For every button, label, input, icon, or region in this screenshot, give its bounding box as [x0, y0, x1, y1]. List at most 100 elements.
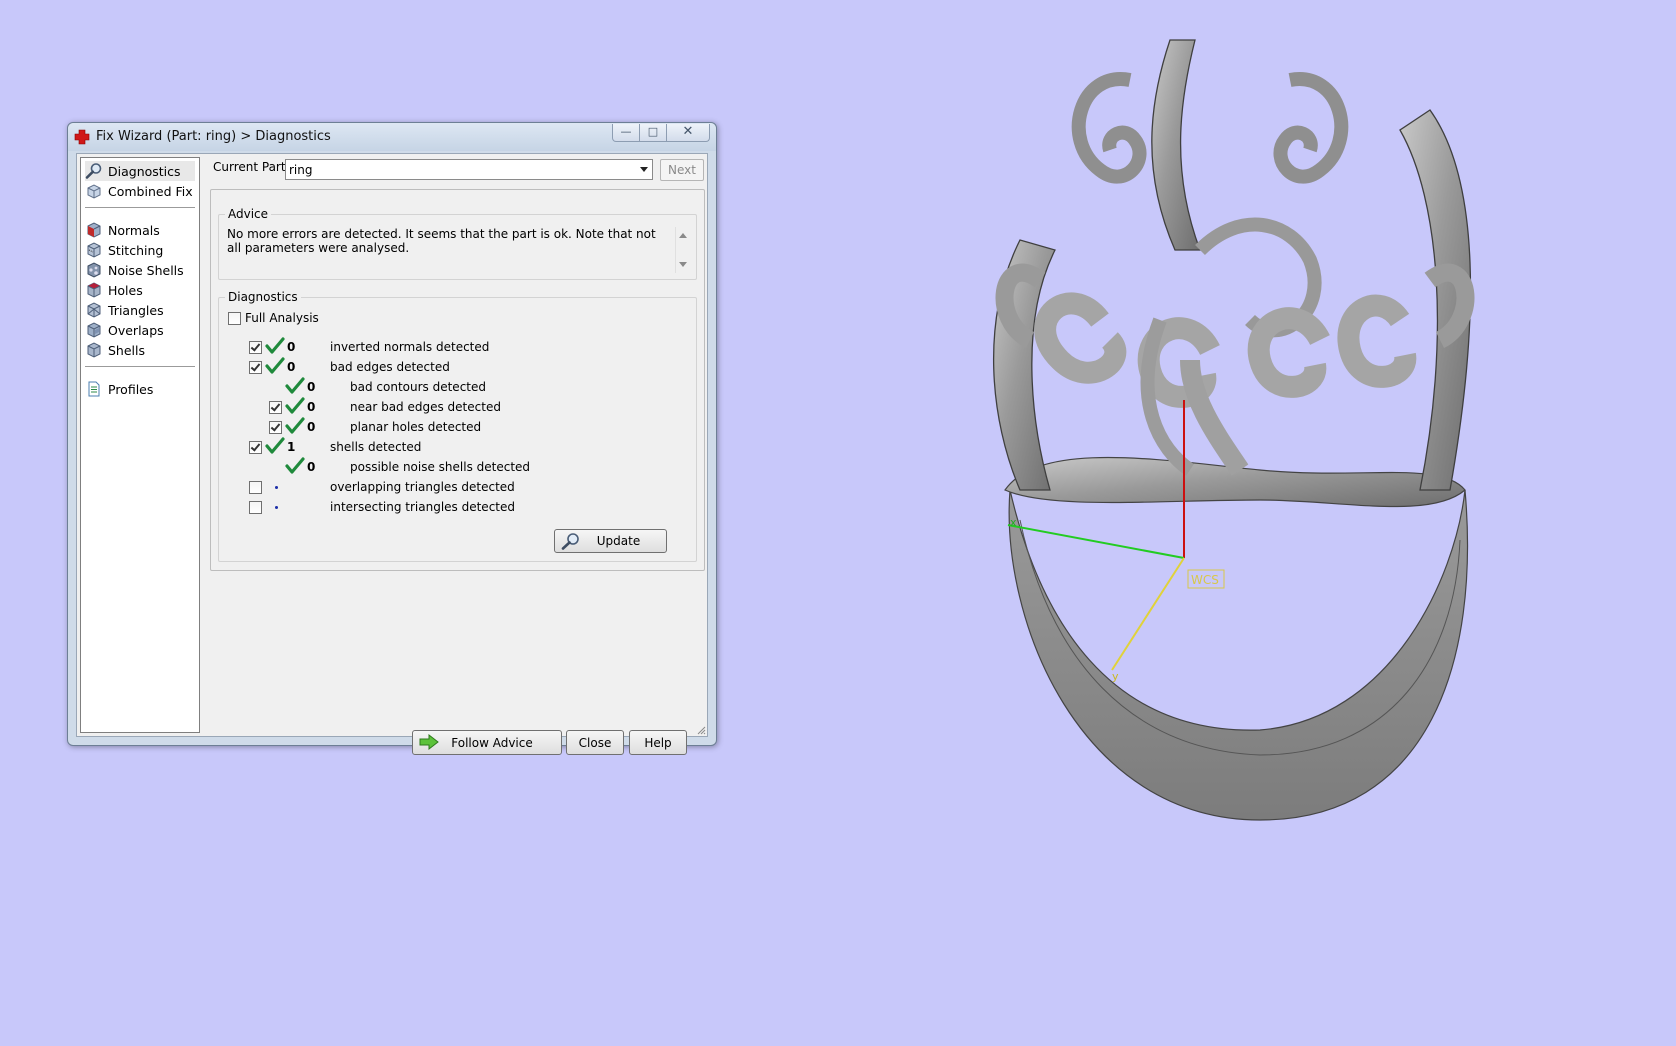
diag-checkbox[interactable]	[249, 481, 262, 494]
chevron-down-icon	[640, 167, 648, 172]
diag-text: bad contours detected	[350, 380, 486, 394]
current-part-label: Current Part:	[213, 160, 290, 174]
update-label: Update	[596, 534, 641, 548]
nav-item-diagnostics[interactable]: Diagnostics	[85, 161, 195, 181]
wizard-nav: Diagnostics Combined Fix Normals Stitchi…	[80, 157, 200, 733]
diag-count: 1	[287, 440, 296, 454]
green-check-icon	[265, 357, 285, 374]
diag-checkbox[interactable]	[269, 421, 282, 434]
minimize-icon: —	[620, 125, 632, 138]
help-label: Help	[644, 735, 672, 750]
green-check-icon	[285, 377, 305, 394]
diag-count: 0	[307, 380, 316, 394]
diag-checkbox[interactable]	[249, 361, 262, 374]
nav-item-overlaps[interactable]: Overlaps	[85, 320, 195, 340]
y-axis	[1111, 557, 1185, 671]
nav-label: Overlaps	[108, 322, 164, 338]
triangles-cube-icon	[87, 302, 101, 318]
close-icon: ✕	[682, 124, 694, 139]
fix-wizard-window: Fix Wizard (Part: ring) > Diagnostics — …	[67, 122, 717, 755]
diag-count: 0	[307, 400, 316, 414]
scroll-up-icon	[679, 233, 687, 238]
nav-item-normals[interactable]: Normals	[85, 220, 195, 240]
combined-fix-icon	[87, 184, 101, 199]
advice-scrollbar[interactable]	[675, 227, 690, 273]
current-part-value: ring	[289, 162, 313, 177]
magnifier-icon	[561, 533, 579, 550]
diag-checkbox[interactable]	[249, 341, 262, 354]
update-button[interactable]: Update	[554, 529, 667, 553]
advice-title: Advice	[225, 207, 272, 221]
close-button[interactable]: Close	[566, 730, 624, 755]
wizard-panel: Advice No more errors are detected. It s…	[210, 189, 705, 571]
current-part-dropdown[interactable]: ring	[285, 159, 653, 180]
nav-item-noise-shells[interactable]: Noise Shells	[85, 260, 195, 280]
wcs-label: WCS	[1191, 573, 1219, 587]
follow-advice-button[interactable]: Follow Advice	[412, 730, 562, 755]
maximize-button[interactable]: □	[639, 124, 667, 142]
green-check-icon	[265, 337, 285, 354]
nav-label: Noise Shells	[108, 262, 184, 278]
follow-advice-label: Follow Advice	[451, 735, 533, 750]
diag-checkbox[interactable]	[269, 401, 282, 414]
nav-item-combined-fix[interactable]: Combined Fix	[85, 181, 195, 201]
ring-3d-model[interactable]: x y WCS	[960, 20, 1520, 840]
nav-label: Combined Fix	[108, 183, 193, 199]
nav-item-shells[interactable]: Shells	[85, 340, 195, 360]
x-axis-label: x	[1010, 516, 1017, 529]
next-button[interactable]: Next	[660, 159, 704, 181]
nav-item-triangles[interactable]: Triangles	[85, 300, 195, 320]
nav-label: Stitching	[108, 242, 164, 258]
diagnostics-title: Diagnostics	[225, 290, 301, 304]
nav-label: Holes	[108, 282, 143, 298]
diag-text: near bad edges detected	[350, 400, 501, 414]
maximize-icon: □	[647, 125, 659, 138]
advice-group: Advice No more errors are detected. It s…	[218, 207, 697, 280]
green-check-icon	[285, 397, 305, 414]
help-button[interactable]: Help	[629, 730, 687, 755]
shells-cube-icon	[87, 342, 101, 358]
full-analysis-checkbox[interactable]	[228, 312, 241, 325]
red-cross-icon	[74, 129, 90, 145]
nav-label: Shells	[108, 342, 146, 358]
diag-count: 0	[287, 340, 296, 354]
stitching-cube-icon	[87, 242, 101, 258]
nav-label: Normals	[108, 222, 160, 238]
close-label: Close	[578, 735, 612, 750]
green-arrow-right-icon	[419, 733, 439, 751]
nav-divider	[85, 366, 195, 367]
diag-text: shells detected	[330, 440, 422, 454]
nav-item-holes[interactable]: Holes	[85, 280, 195, 300]
diag-text: planar holes detected	[350, 420, 482, 434]
diag-text: overlapping triangles detected	[330, 480, 515, 494]
green-check-icon	[285, 417, 305, 434]
scroll-down-icon	[679, 262, 687, 267]
diag-checkbox[interactable]	[249, 501, 262, 514]
diag-count: 0	[307, 460, 316, 474]
diagnostics-group: Diagnostics Full Analysis 0 inverted nor…	[218, 290, 697, 562]
diag-count: 0	[287, 360, 296, 374]
nav-label: Diagnostics	[108, 163, 181, 179]
window-title: Fix Wizard (Part: ring) > Diagnostics	[96, 129, 331, 144]
minimize-button[interactable]: —	[612, 124, 640, 142]
title-bar[interactable]: Fix Wizard (Part: ring) > Diagnostics — …	[68, 123, 716, 151]
nav-divider	[85, 207, 195, 208]
full-analysis-label: Full Analysis	[245, 311, 319, 325]
nav-label: Triangles	[108, 302, 164, 318]
not-analysed-dot-icon	[275, 486, 278, 489]
magnifier-icon	[85, 163, 102, 179]
advice-text: No more errors are detected. It seems th…	[227, 227, 656, 255]
noise-shells-icon	[87, 262, 101, 278]
normals-cube-icon	[87, 222, 101, 238]
close-window-button[interactable]: ✕	[666, 124, 710, 142]
nav-item-profiles[interactable]: Profiles	[85, 379, 195, 399]
document-icon	[88, 381, 100, 397]
diag-text: bad edges detected	[330, 360, 450, 374]
diag-checkbox[interactable]	[249, 441, 262, 454]
overlaps-cube-icon	[87, 322, 101, 338]
nav-item-stitching[interactable]: Stitching	[85, 240, 195, 260]
green-check-icon	[265, 437, 285, 454]
diag-text: inverted normals detected	[330, 340, 490, 354]
green-check-icon	[285, 457, 305, 474]
resize-grip-icon[interactable]	[696, 725, 706, 735]
